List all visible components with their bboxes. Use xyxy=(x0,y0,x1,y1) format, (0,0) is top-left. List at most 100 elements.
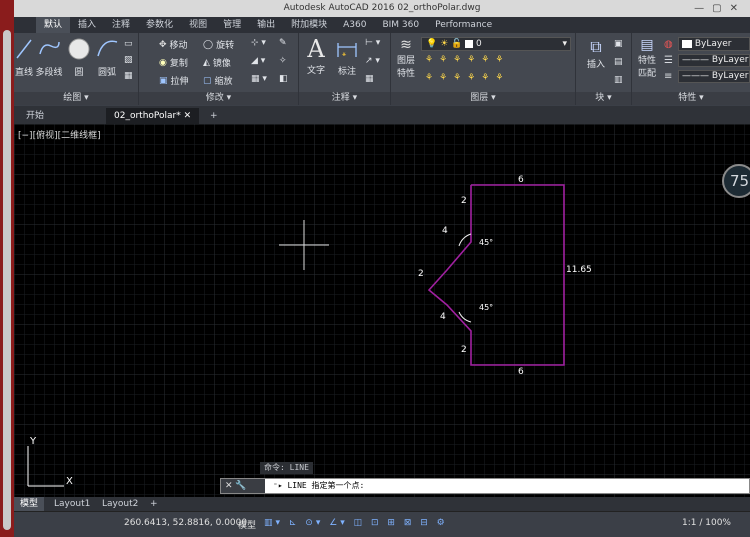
layer-tools-row2[interactable]: ⚘⚘⚘⚘⚘⚘ xyxy=(425,73,509,83)
explode-icon[interactable]: ✧ xyxy=(279,56,287,66)
edit-block-icon[interactable]: ▤ xyxy=(614,57,623,67)
properties-panel-title[interactable]: 特性 ▾ xyxy=(632,92,750,105)
layout-tabs: 模型 Layout1 Layout2 + xyxy=(14,497,750,511)
draw-rect-icon[interactable]: ▭ xyxy=(124,39,133,49)
copy-button[interactable]: ◉ 复制 xyxy=(159,56,188,70)
command-line[interactable]: ✕ 🔧 ⁼▸ LINE 指定第一个点: xyxy=(220,478,750,494)
wrench-icon[interactable]: 🔧 xyxy=(235,481,246,491)
window-controls[interactable]: —▢✕ xyxy=(694,1,746,17)
scale-button[interactable]: ▢ 缩放 xyxy=(203,74,233,88)
line-button[interactable]: 直线 xyxy=(14,36,34,78)
stretch-button[interactable]: ▣ 拉伸 xyxy=(159,74,189,88)
text-button[interactable]: A 文字 xyxy=(301,35,331,76)
tab-current-drawing[interactable]: 02_orthoPolar* ✕ xyxy=(106,108,200,124)
properties-panel: ▤ 特性 匹配 ◍ ByLayer ☰ ——— ByLayer ≡ ——— By… xyxy=(632,33,750,105)
tab-ribbon-10[interactable]: Performance xyxy=(427,17,500,33)
layers-icon: ≋ xyxy=(400,37,412,53)
stretch-icon: ▣ xyxy=(159,75,168,86)
color-swatch xyxy=(682,39,692,48)
tab-start[interactable]: 开始 xyxy=(18,108,52,124)
annotation-panel-title[interactable]: 注释 ▾ xyxy=(299,92,390,105)
grid xyxy=(14,124,750,497)
match-properties-button[interactable]: ▤ 特性 匹配 xyxy=(634,37,660,79)
rotate-button[interactable]: ◯ 旋转 xyxy=(203,38,234,52)
color-dropdown[interactable]: ByLayer xyxy=(678,37,750,51)
drawing-canvas[interactable]: 6 6 11.65 2 2 2 4 4 45° 45° Y X [−][俯视][… xyxy=(14,124,750,497)
tab-ribbon-6[interactable]: 输出 xyxy=(249,17,283,33)
tab-ribbon-8[interactable]: A360 xyxy=(335,17,374,33)
tab-ribbon-0[interactable]: 默认 xyxy=(36,17,71,33)
tab-ribbon-5[interactable]: 管理 xyxy=(215,17,249,33)
layer-color-swatch xyxy=(465,39,474,48)
circle-label: 圆 xyxy=(74,68,84,78)
new-tab-button[interactable]: + xyxy=(202,108,226,124)
layer-dropdown[interactable]: 💡 ☀ 🔓 0 ▾ xyxy=(421,37,571,51)
line-label: 直线 xyxy=(14,68,33,78)
command-controls[interactable]: ✕ 🔧 xyxy=(221,479,265,493)
block-panel-title[interactable]: 块 ▾ xyxy=(576,92,631,105)
autocad-app: Autodesk AutoCAD 2016 02_orthoPolar.dwg … xyxy=(14,0,750,537)
tab-ribbon-4[interactable]: 视图 xyxy=(181,17,215,33)
move-button[interactable]: ✥ 移动 xyxy=(159,38,188,52)
layer-properties-button[interactable]: ≋ 图层 特性 xyxy=(393,37,419,79)
close-icon[interactable]: ✕ xyxy=(225,481,233,491)
tab-layout1[interactable]: Layout1 xyxy=(48,497,96,511)
tab-layout2[interactable]: Layout2 xyxy=(96,497,144,511)
insert-icon: ⧉ xyxy=(590,37,602,56)
dim-upper-diag: 4 xyxy=(442,226,448,236)
mirror-button[interactable]: ◭ 镜像 xyxy=(203,56,231,70)
layers-panel: ≋ 图层 特性 💡 ☀ 🔓 0 ▾ ⚘⚘⚘⚘⚘⚘ ⚘⚘⚘⚘⚘⚘ 图层 ▾ xyxy=(391,33,576,105)
tab-model[interactable]: 模型 xyxy=(14,497,45,511)
view-cube-zoom[interactable]: 75 xyxy=(722,164,750,198)
scale-icon: ▢ xyxy=(203,75,212,86)
model-space-toggle[interactable]: 模型 xyxy=(238,518,256,531)
block-attr-icon[interactable]: ▥ xyxy=(614,75,623,85)
command-input[interactable]: ✕ 🔧 ⁼▸ LINE 指定第一个点: xyxy=(220,478,750,494)
title-bar: Autodesk AutoCAD 2016 02_orthoPolar.dwg … xyxy=(14,0,750,17)
polyline-button[interactable]: 多段线 xyxy=(34,36,64,78)
table-icon[interactable]: ▦ xyxy=(365,74,374,84)
dimension-button[interactable]: ⚹ 标注 xyxy=(333,37,361,77)
linetype-dropdown[interactable]: ——— ByLayer xyxy=(678,54,750,67)
window-title: Autodesk AutoCAD 2016 02_orthoPolar.dwg xyxy=(283,3,481,13)
draw-panel-title[interactable]: 绘图 ▾ xyxy=(14,92,138,105)
draw-more-icon[interactable]: ▦ xyxy=(124,71,133,81)
add-layout-button[interactable]: + xyxy=(144,497,164,511)
linetype-icon: ☰ xyxy=(664,55,673,66)
tab-ribbon-3[interactable]: 参数化 xyxy=(138,17,181,33)
offset-icon[interactable]: ◧ xyxy=(279,74,288,84)
arc-icon xyxy=(97,40,118,57)
fillet-icon[interactable]: ◢ ▾ xyxy=(251,56,265,66)
tab-ribbon-2[interactable]: 注释 xyxy=(104,17,138,33)
arc-button[interactable]: 圆弧 xyxy=(94,36,120,78)
tab-ribbon-7[interactable]: 附加模块 xyxy=(283,17,335,33)
erase-icon[interactable]: ✎ xyxy=(279,38,287,48)
array-icon[interactable]: ▦ ▾ xyxy=(251,74,267,84)
tab-ribbon-1[interactable]: 插入 xyxy=(70,17,104,33)
status-toggle-icons[interactable]: ▥▾ ⊾ ⊙▾ ∠▾ ◫ ⊡ ⊞ ⊠ ⊟ ⚙ xyxy=(264,518,448,528)
match-properties-icon: ▤ xyxy=(640,37,654,53)
dimlinear-icon[interactable]: ⊢ ▾ xyxy=(365,38,380,48)
tab-ribbon-9[interactable]: BIM 360 xyxy=(374,17,427,33)
lineweight-dropdown[interactable]: ——— ByLayer xyxy=(678,70,750,83)
dimension-icon: ⚹ xyxy=(337,43,357,58)
draw-hatch-icon[interactable]: ▨ xyxy=(124,55,133,65)
layer-tools-row1[interactable]: ⚘⚘⚘⚘⚘⚘ xyxy=(425,55,509,65)
ribbon: 直线 多段线 圆 圆弧 ▭ ▨ ▦ 绘图 ▾ ✥移动 ◯旋转 ◉复制 ◭ xyxy=(14,33,750,105)
annotation-scale[interactable]: 1:1 / 100% xyxy=(682,518,731,528)
create-block-icon[interactable]: ▣ xyxy=(614,39,623,49)
modify-panel: ✥ 移动 ◯ 旋转 ◉ 复制 ◭ 镜像 ▣ 拉伸 ▢ 缩放 ⊹ ▾ ✎ ◢ ▾ ✧ ▦ ▾ … xyxy=(139,33,299,105)
mirror-icon: ◭ xyxy=(203,57,210,68)
lightbulb-icon: 💡 xyxy=(426,39,438,49)
viewport-controls[interactable]: [−][俯视][二维线框] xyxy=(18,128,101,141)
text-icon: A xyxy=(307,35,325,63)
modify-panel-title[interactable]: 修改 ▾ xyxy=(139,92,298,105)
close-icon[interactable]: ✕ xyxy=(184,111,192,121)
circle-button[interactable]: 圆 xyxy=(66,36,92,78)
polyline-icon xyxy=(39,41,60,55)
layers-panel-title[interactable]: 图层 ▾ xyxy=(391,92,575,105)
insert-block-button[interactable]: ⧉ 插入 xyxy=(582,37,610,70)
drawing-svg[interactable]: 6 6 11.65 2 2 2 4 4 45° 45° Y X xyxy=(14,124,750,497)
leader-icon[interactable]: ↗ ▾ xyxy=(365,56,380,66)
trim-icon[interactable]: ⊹ ▾ xyxy=(251,38,266,48)
